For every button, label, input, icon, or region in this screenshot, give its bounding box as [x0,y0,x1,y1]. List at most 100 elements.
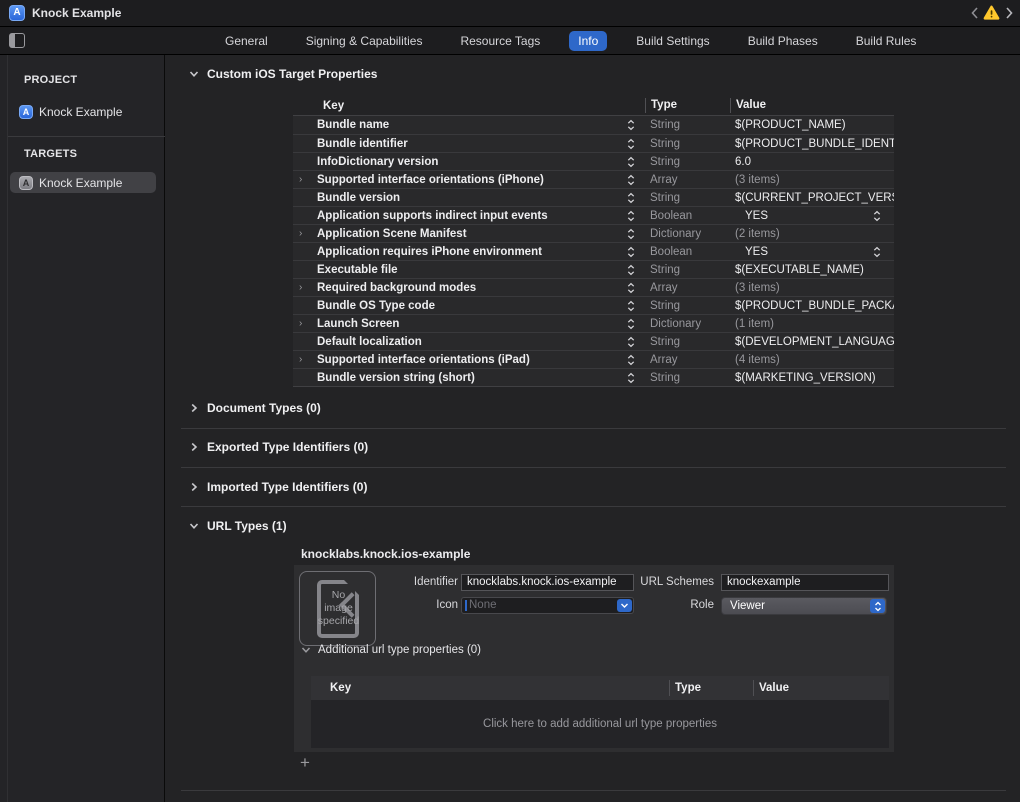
stepper-icon[interactable] [627,156,635,168]
tab-resource-tags[interactable]: Resource Tags [451,31,549,51]
plist-type-cell[interactable]: String [645,300,730,312]
plist-type-cell[interactable]: String [645,372,730,384]
plist-value-cell[interactable]: $(CURRENT_PROJECT_VERS [730,192,894,204]
stepper-icon[interactable] [873,246,881,258]
identifier-field[interactable]: knocklabs.knock.ios-example [461,574,634,591]
stepper-icon[interactable] [627,318,635,330]
plist-value-cell[interactable]: YES [730,210,894,222]
role-popup[interactable]: Viewer [721,597,887,615]
stepper-icon[interactable] [627,372,635,384]
tab-info[interactable]: Info [569,31,607,51]
sidebar-toggle-icon[interactable] [9,33,25,48]
section-imported-type-identifiers[interactable]: Imported Type Identifiers (0) [189,480,367,494]
icon-combobox[interactable]: None [461,597,634,614]
stepper-icon[interactable] [627,336,635,348]
plist-key-cell[interactable]: Application requires iPhone environment [293,246,645,258]
plist-key-cell[interactable]: Executable file [293,264,645,276]
plist-row[interactable]: InfoDictionary versionString6.0 [293,152,894,170]
additional-url-type-properties-header[interactable]: Additional url type properties (0) [301,644,481,656]
stepper-icon[interactable] [627,192,635,204]
plist-type-cell[interactable]: Array [645,174,730,186]
popup-stepper-button[interactable] [870,599,885,613]
section-document-types[interactable]: Document Types (0) [189,401,321,415]
plist-type-cell[interactable]: String [645,336,730,348]
stepper-icon[interactable] [627,119,635,131]
stepper-icon[interactable] [627,174,635,186]
plist-row[interactable]: Bundle OS Type codeString$(PRODUCT_BUNDL… [293,296,894,314]
plist-key-cell[interactable]: ›Required background modes [293,282,645,294]
stepper-icon[interactable] [627,228,635,240]
stepper-icon[interactable] [627,138,635,150]
plist-value-cell[interactable]: $(DEVELOPMENT_LANGUAGI [730,336,894,348]
section-url-types[interactable]: URL Types (1) [189,519,287,533]
plist-row[interactable]: ›Application Scene ManifestDictionary(2 … [293,224,894,242]
plist-type-cell[interactable]: String [645,192,730,204]
plist-value-cell[interactable]: $(PRODUCT_BUNDLE_IDENT [730,138,894,150]
stepper-icon[interactable] [627,300,635,312]
plist-type-cell[interactable]: Dictionary [645,318,730,330]
chevron-right-icon[interactable]: › [299,228,317,239]
plist-key-cell[interactable]: Bundle version [293,192,645,204]
stepper-icon[interactable] [873,210,881,222]
tab-build-settings[interactable]: Build Settings [627,31,718,51]
plist-row[interactable]: Bundle versionString$(CURRENT_PROJECT_VE… [293,188,894,206]
plist-value-cell[interactable]: 6.0 [730,156,894,168]
section-custom-ios-target-properties[interactable]: Custom iOS Target Properties [189,67,377,81]
plist-key-cell[interactable]: Bundle OS Type code [293,300,645,312]
plist-value-cell[interactable]: $(PRODUCT_BUNDLE_PACKA [730,300,894,312]
stepper-icon[interactable] [627,264,635,276]
sidebar-item-target[interactable]: A Knock Example [10,172,156,193]
stepper-icon[interactable] [627,246,635,258]
plist-type-cell[interactable]: Boolean [645,246,730,258]
plist-key-cell[interactable]: ›Supported interface orientations (iPad) [293,354,645,366]
plist-row[interactable]: Application supports indirect input even… [293,206,894,224]
plist-value-cell[interactable]: (4 items) [730,354,894,366]
plist-key-cell[interactable]: Application supports indirect input even… [293,210,645,222]
stepper-icon[interactable] [627,210,635,222]
url-type-image-well[interactable]: Noimagespecified [299,571,376,646]
column-header-type[interactable]: Type [669,680,753,696]
column-header-value[interactable]: Value [730,98,894,113]
tab-signing-capabilities[interactable]: Signing & Capabilities [297,31,432,51]
plist-row[interactable]: Bundle version string (short)String$(MAR… [293,368,894,386]
stepper-icon[interactable] [627,282,635,294]
plist-key-cell[interactable]: ›Supported interface orientations (iPhon… [293,174,645,186]
column-header-value[interactable]: Value [753,680,889,696]
plist-type-cell[interactable]: String [645,138,730,150]
plist-type-cell[interactable]: Boolean [645,210,730,222]
plist-value-cell[interactable]: YES [730,246,894,258]
plist-type-cell[interactable]: String [645,264,730,276]
plist-value-cell[interactable]: (3 items) [730,174,894,186]
plist-row[interactable]: ›Supported interface orientations (iPad)… [293,350,894,368]
plist-row[interactable]: Application requires iPhone environmentB… [293,242,894,260]
plist-key-cell[interactable]: ›Application Scene Manifest [293,228,645,240]
plist-key-cell[interactable]: ›Launch Screen [293,318,645,330]
plist-type-cell[interactable]: Array [645,282,730,294]
column-header-type[interactable]: Type [645,98,730,113]
plist-row[interactable]: Bundle identifierString$(PRODUCT_BUNDLE_… [293,134,894,152]
add-properties-placeholder[interactable]: Click here to add additional url type pr… [311,700,889,748]
plist-type-cell[interactable]: String [645,156,730,168]
plist-row[interactable]: ›Supported interface orientations (iPhon… [293,170,894,188]
plist-value-cell[interactable]: (1 item) [730,318,894,330]
plist-value-cell[interactable]: (3 items) [730,282,894,294]
warning-icon[interactable] [983,5,1000,21]
plist-key-cell[interactable]: Default localization [293,336,645,348]
stepper-icon[interactable] [627,354,635,366]
forward-icon[interactable] [1003,5,1015,21]
plist-key-cell[interactable]: Bundle version string (short) [293,372,645,384]
plist-key-cell[interactable]: InfoDictionary version [293,156,645,168]
plist-value-cell[interactable]: (2 items) [730,228,894,240]
plist-value-cell[interactable]: $(EXECUTABLE_NAME) [730,264,894,276]
add-url-type-button[interactable]: + [297,755,313,771]
plist-type-cell[interactable]: String [645,119,730,131]
chevron-right-icon[interactable]: › [299,174,317,185]
chevron-right-icon[interactable]: › [299,282,317,293]
plist-value-cell[interactable]: $(MARKETING_VERSION) [730,372,894,384]
column-header-key[interactable]: Key [293,100,645,112]
plist-row[interactable]: Executable fileString$(EXECUTABLE_NAME) [293,260,894,278]
tab-build-phases[interactable]: Build Phases [739,31,827,51]
plist-row[interactable]: Default localizationString$(DEVELOPMENT_… [293,332,894,350]
plist-row[interactable]: Bundle nameString$(PRODUCT_NAME) [293,116,894,134]
url-schemes-field[interactable]: knockexample [721,574,889,591]
